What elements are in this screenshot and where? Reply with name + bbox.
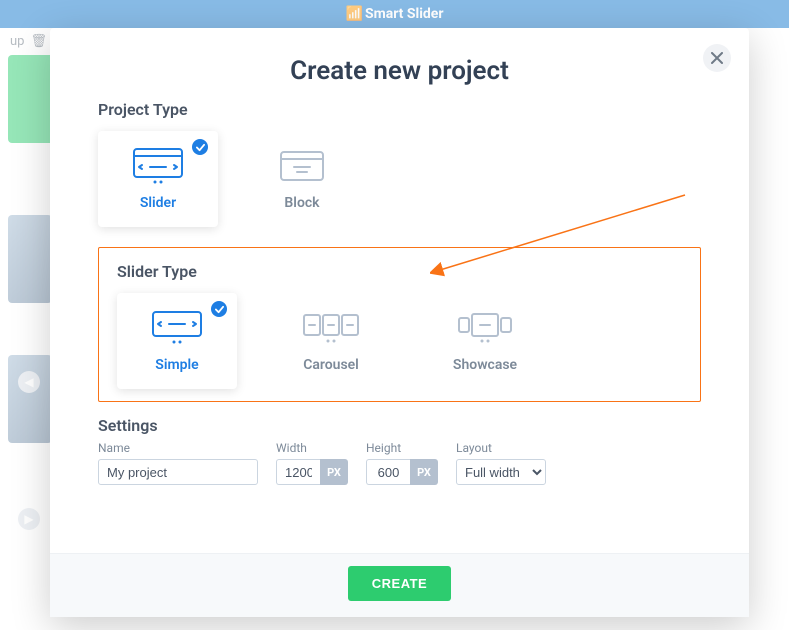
simple-slider-icon [149, 309, 205, 347]
slider-type-heading: Slider Type [117, 262, 682, 281]
create-project-modal: Create new project Project Type [50, 28, 749, 617]
slider-type-highlight-box: Slider Type Simp [98, 247, 701, 402]
slider-type-simple[interactable]: Simple [117, 293, 237, 389]
width-label: Width [276, 441, 348, 455]
close-icon [711, 52, 723, 64]
card-label: Simple [155, 357, 198, 373]
modal-footer: CREATE [50, 553, 749, 617]
height-unit: PX [410, 459, 438, 485]
card-label: Slider [140, 195, 176, 211]
project-type-block[interactable]: Block [242, 131, 362, 227]
project-type-slider[interactable]: Slider [98, 131, 218, 227]
card-label: Block [284, 195, 319, 211]
layout-select[interactable]: Full width [456, 459, 546, 485]
project-type-cards: Slider Block [98, 131, 701, 227]
layout-label: Layout [456, 441, 546, 455]
height-label: Height [366, 441, 438, 455]
name-input[interactable] [98, 459, 258, 485]
width-unit: PX [320, 459, 348, 485]
settings-section: Settings Name Width PX Height [98, 416, 701, 485]
slider-icon [130, 147, 186, 185]
project-type-heading: Project Type [98, 100, 701, 119]
showcase-icon [457, 309, 513, 347]
close-button[interactable] [703, 44, 731, 72]
carousel-icon [303, 309, 359, 347]
height-input[interactable] [366, 459, 410, 485]
create-button[interactable]: CREATE [348, 566, 451, 601]
card-label: Carousel [303, 357, 359, 373]
check-icon [211, 301, 227, 317]
slider-type-carousel[interactable]: Carousel [271, 293, 391, 389]
slider-type-showcase[interactable]: Showcase [425, 293, 545, 389]
name-label: Name [98, 441, 258, 455]
card-label: Showcase [453, 357, 517, 373]
check-icon [192, 139, 208, 155]
width-input[interactable] [276, 459, 320, 485]
modal-title: Create new project [98, 56, 701, 86]
settings-heading: Settings [98, 416, 701, 435]
block-icon [274, 147, 330, 185]
